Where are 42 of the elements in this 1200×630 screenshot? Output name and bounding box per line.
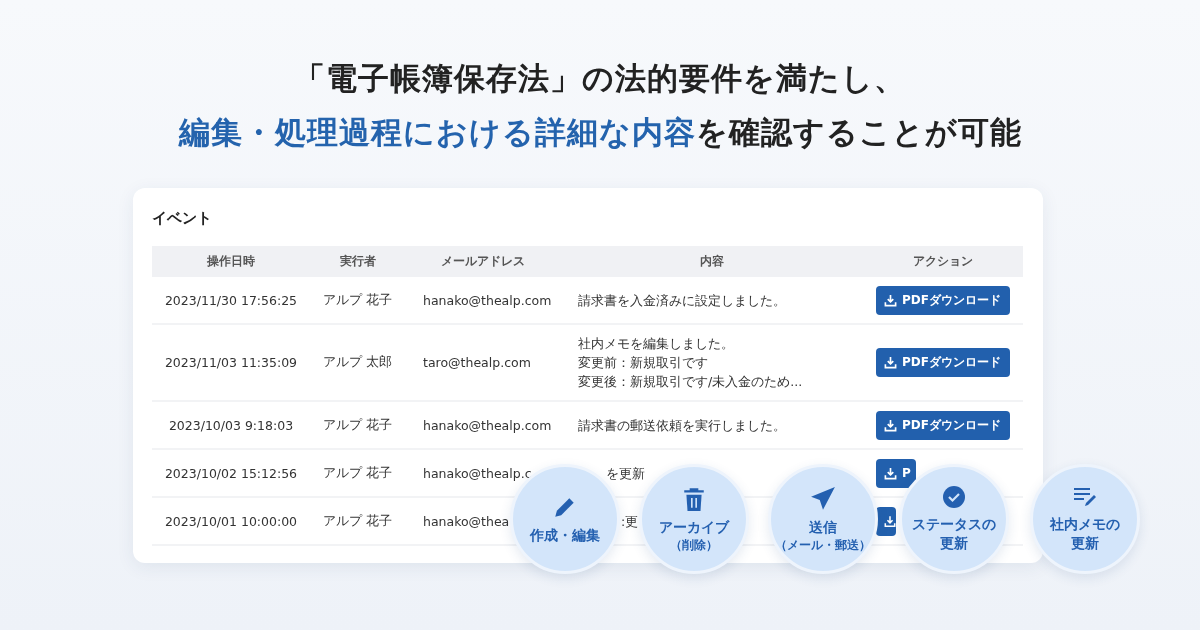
paper-plane-icon [810,485,836,512]
actor-cell: アルプ 太郎 [323,354,392,371]
download-icon [884,466,897,480]
column-header: 実行者 [310,246,405,277]
actor-cell: アルプ 花子 [323,464,392,482]
pdf-download-button[interactable]: PDFダウンロード [876,285,1010,315]
email-cell: hanako@thealp.com [423,417,552,433]
note-edit-icon [1072,485,1098,509]
actor-cell: アルプ 花子 [323,416,392,434]
download-icon [884,293,897,307]
pdf-download-button[interactable]: PDFダウンロード [876,410,1010,440]
pdf-download-button[interactable]: P [876,458,916,488]
headline: 編集・処理過程における詳細な内容を確認することが可能 [178,113,1022,152]
content-cell-text: 請求書を入金済みに設定しました。 [578,291,786,310]
column-header: 操作日時 [152,246,310,277]
email-cell: hanako@thealp.com [423,292,552,308]
actor-cell: アルプ 花子 [323,512,392,530]
column-header: 内容 [560,246,863,277]
datetime-cell: 2023/10/03 9:18:03 [168,417,294,433]
email-cell: taro@thealp.com [423,355,531,370]
download-icon [884,514,896,528]
actor-cell: アルプ 花子 [323,291,392,309]
card-title: イベント [152,208,213,229]
column-header: メールアドレス [405,246,560,277]
feature-badge: 社内メモの 更新 [1030,464,1140,574]
content-cell-text: 社内メモを編集しました。 変更前：新規取引です 変更後：新規取引です/未入金のため... [578,335,803,391]
datetime-cell: 2023/11/30 17:56:25 [164,292,298,308]
download-icon [884,418,897,432]
check-circle-icon [942,485,966,509]
datetime-cell: 2023/10/02 15:12:56 [164,465,298,481]
download-icon [884,356,897,369]
column-header: アクション [863,246,1023,277]
headline: 「電子帳簿保存法」の法的要件を満たし、 [294,59,906,98]
content-cell-text: :更 [621,512,639,531]
content-cell-text: 請求書の郵送依頼を実行しました。 [578,416,786,435]
pdf-download-button[interactable] [876,506,896,536]
email-cell: hanako@thealp.c [423,465,532,481]
datetime-cell: 2023/11/03 11:35:09 [164,355,298,370]
trash-icon [683,485,705,512]
email-cell: hanako@thea [423,513,510,529]
pdf-download-button[interactable]: PDFダウンロード [876,348,1010,377]
datetime-cell: 2023/10/01 10:00:00 [164,513,298,529]
